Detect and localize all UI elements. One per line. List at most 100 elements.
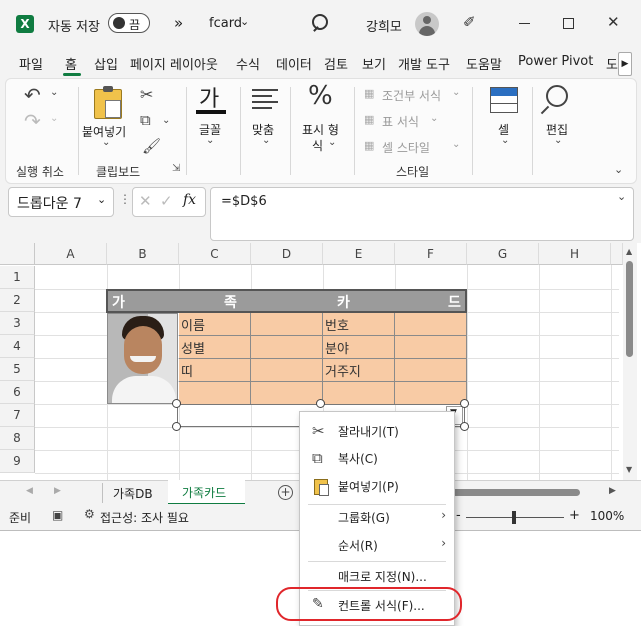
percent-icon[interactable]: %: [308, 81, 333, 111]
column-header-h[interactable]: H: [539, 243, 611, 265]
paste-chevron-icon[interactable]: ⌄: [102, 137, 110, 148]
row-header-7[interactable]: 7: [0, 404, 35, 427]
row-header-3[interactable]: 3: [0, 312, 35, 335]
tab-help[interactable]: 도움말: [466, 54, 502, 73]
font-chevron-icon[interactable]: ⌄: [206, 135, 214, 146]
name-box[interactable]: 드롭다운 7 ⌄: [8, 187, 114, 217]
tab-insert[interactable]: 삽입: [94, 54, 118, 73]
menu-item-group[interactable]: 그룹화(G) ›: [300, 504, 454, 530]
formula-input[interactable]: =$D$6 ⌄: [210, 187, 634, 241]
formula-expand-chevron-icon[interactable]: ⌄: [617, 190, 626, 203]
tab-view[interactable]: 보기: [362, 54, 386, 73]
column-header-c[interactable]: C: [179, 243, 251, 265]
undo-dropdown-chevron-icon[interactable]: ⌄: [50, 87, 58, 98]
editing-search-icon[interactable]: [546, 85, 568, 107]
tab-scroll-right-button[interactable]: ▶: [618, 52, 632, 76]
sheet-tab-family-db[interactable]: 가족DB: [113, 485, 153, 502]
tab-developer[interactable]: 개발 도구: [398, 54, 450, 73]
sheet-tab-family-card[interactable]: 가족카드: [168, 480, 245, 505]
number-format-label-2[interactable]: 식: [312, 137, 323, 154]
scroll-thumb[interactable]: [626, 261, 633, 357]
tab-home[interactable]: 홈: [65, 54, 77, 73]
label-name: 이름: [181, 319, 205, 334]
sheet-prev-icon[interactable]: ◀: [26, 486, 33, 496]
minimize-button[interactable]: [519, 23, 530, 24]
autosave-toggle[interactable]: 끔: [108, 13, 150, 33]
tab-formulas[interactable]: 수식: [236, 54, 260, 73]
row-header-4[interactable]: 4: [0, 335, 35, 358]
tab-review[interactable]: 검토: [324, 54, 348, 73]
cells-icon[interactable]: [490, 87, 518, 113]
horizontal-scroll-right-icon[interactable]: ▶: [609, 486, 616, 496]
ribbon-collapse-chevron-icon[interactable]: ⌄: [614, 163, 623, 176]
formula-bar-more-icon[interactable]: ⋮: [119, 192, 131, 206]
paste-icon[interactable]: [94, 86, 122, 119]
cells-chevron-icon[interactable]: ⌄: [501, 135, 509, 146]
scroll-up-icon[interactable]: ▲: [626, 247, 632, 256]
format-painter-icon[interactable]: 🖌: [142, 137, 161, 155]
copy-dropdown-chevron-icon[interactable]: ⌄: [162, 115, 170, 126]
column-header-e[interactable]: E: [323, 243, 395, 265]
column-header-f[interactable]: F: [395, 243, 467, 265]
sheet-next-icon[interactable]: ▶: [54, 486, 61, 496]
selection-handle[interactable]: [172, 399, 181, 408]
editing-chevron-icon[interactable]: ⌄: [554, 135, 562, 146]
vertical-scrollbar[interactable]: ▲ ▼: [623, 243, 637, 480]
add-sheet-icon[interactable]: +: [278, 485, 293, 500]
close-icon[interactable]: ✕: [607, 13, 620, 31]
filename-chevron-icon[interactable]: ⌄: [240, 15, 249, 28]
cut-icon[interactable]: ✂: [140, 85, 153, 104]
row-header-1[interactable]: 1: [0, 266, 35, 289]
column-header-g[interactable]: G: [467, 243, 539, 265]
name-box-chevron-icon[interactable]: ⌄: [97, 193, 106, 206]
row-header-5[interactable]: 5: [0, 358, 35, 381]
scroll-down-icon[interactable]: ▼: [626, 465, 632, 474]
family-photo[interactable]: [107, 313, 178, 404]
select-all-corner[interactable]: [0, 243, 35, 265]
row-header-6[interactable]: 6: [0, 381, 35, 404]
column-header-d[interactable]: D: [251, 243, 323, 265]
qat-overflow-button[interactable]: »: [174, 14, 183, 32]
menu-item-cut[interactable]: ✂ 잘라내기(T): [300, 418, 454, 444]
zoom-in-button[interactable]: +: [569, 508, 580, 523]
menu-item-copy[interactable]: ⧉ 복사(C): [300, 445, 454, 471]
number-chevron-icon[interactable]: ⌄: [328, 137, 336, 148]
accessibility-status[interactable]: 접근성: 조사 필요: [100, 509, 189, 526]
horizontal-scroll-thumb[interactable]: [452, 489, 580, 496]
avatar[interactable]: [415, 12, 439, 36]
align-icon[interactable]: [252, 89, 278, 109]
column-header-b[interactable]: B: [107, 243, 179, 265]
clipboard-launcher-icon[interactable]: ⇲: [172, 163, 180, 174]
selection-handle[interactable]: [316, 399, 325, 408]
row-header-8[interactable]: 8: [0, 427, 35, 450]
selection-handle[interactable]: [460, 399, 469, 408]
undo-icon[interactable]: ↶: [24, 83, 41, 107]
maximize-button[interactable]: [563, 18, 574, 29]
menu-item-paste[interactable]: 붙여넣기(P): [300, 473, 454, 499]
zoom-slider-thumb[interactable]: [512, 511, 516, 524]
designer-pen-icon[interactable]: ✐: [463, 13, 476, 31]
row-header-2[interactable]: 2: [0, 289, 35, 312]
selection-handle[interactable]: [460, 422, 469, 431]
number-format-label-1[interactable]: 표시 형: [302, 121, 339, 138]
copy-icon[interactable]: ⧉: [140, 111, 151, 129]
selection-handle[interactable]: [172, 422, 181, 431]
accessibility-icon[interactable]: ⚙: [84, 507, 95, 521]
insert-function-icon[interactable]: fx: [183, 192, 196, 208]
tab-more[interactable]: 도: [606, 54, 618, 73]
horizontal-scrollbar[interactable]: [452, 487, 602, 497]
macro-record-icon[interactable]: ▣: [52, 508, 63, 522]
tab-file[interactable]: 파일: [19, 54, 43, 73]
tab-power-pivot[interactable]: Power Pivot: [518, 54, 593, 69]
menu-item-order[interactable]: 순서(R) ›: [300, 532, 454, 558]
row-header-9[interactable]: 9: [0, 450, 35, 473]
filename[interactable]: fcard: [209, 16, 242, 31]
column-header-a[interactable]: A: [35, 243, 107, 265]
tab-page-layout[interactable]: 페이지 레이아웃: [130, 54, 218, 73]
menu-item-assign-macro[interactable]: 매크로 지정(N)...: [300, 563, 454, 589]
zoom-out-button[interactable]: -: [456, 508, 461, 523]
zoom-level[interactable]: 100%: [590, 509, 624, 523]
align-chevron-icon[interactable]: ⌄: [262, 135, 270, 146]
tab-data[interactable]: 데이터: [276, 54, 312, 73]
font-glyph-icon[interactable]: 가: [199, 81, 219, 113]
